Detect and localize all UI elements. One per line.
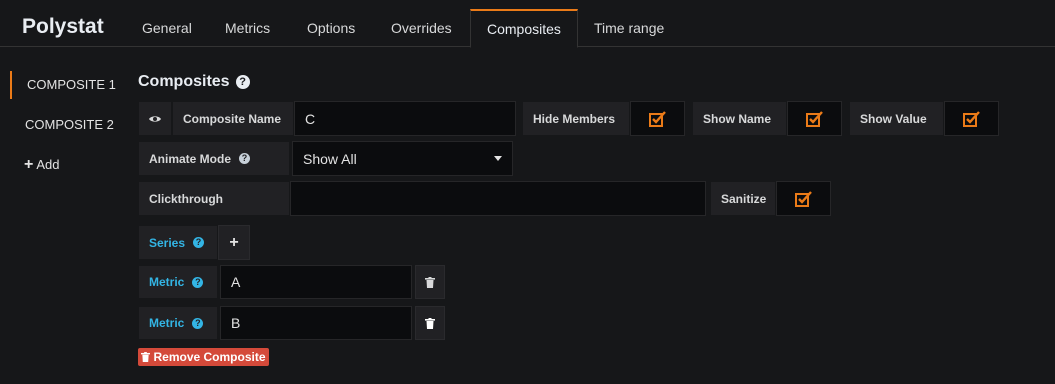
hide-members-checkbox[interactable] [630,101,685,136]
clickthrough-input[interactable] [290,181,706,216]
tab-options[interactable]: Options [291,9,371,48]
add-series-button[interactable]: + [218,225,250,260]
composite-name-label: Composite Name [172,101,294,136]
animate-mode-value: Show All [303,150,357,167]
tab-general[interactable]: General [126,9,208,48]
clickthrough-label: Clickthrough [138,181,290,216]
metric-label-text: Metric [149,275,185,289]
tab-metrics[interactable]: Metrics [209,9,286,48]
series-label-text: Series [149,235,186,250]
sidebar-item-composite-2[interactable]: COMPOSITE 2 [10,111,114,139]
tab-time-range[interactable]: Time range [578,9,680,48]
metric-input[interactable]: A [220,265,412,299]
help-icon[interactable]: ? [239,153,251,164]
checkbox-checked-icon [805,110,823,127]
animate-mode-label: Animate Mode ? [138,141,290,176]
toggle-visibility-button[interactable] [138,101,172,136]
show-value-checkbox[interactable] [944,101,999,136]
panel-title: Polystat [22,15,104,38]
remove-composite-button[interactable]: Remove Composite [138,348,269,366]
help-icon[interactable]: ? [235,75,250,89]
metric-input[interactable]: B [220,306,412,340]
show-name-label: Show Name [692,101,787,136]
add-composite-button[interactable]: + Add [24,153,59,177]
tab-composites[interactable]: Composites [470,9,578,48]
delete-metric-button[interactable] [415,265,445,299]
caret-down-icon [494,156,502,161]
trash-icon [425,276,435,288]
add-label: Add [36,157,60,172]
tab-overrides[interactable]: Overrides [375,9,468,48]
composite-name-input[interactable]: C [294,101,516,136]
metric-label: Metric ? [138,306,218,340]
help-icon[interactable]: ? [192,276,204,288]
remove-composite-label: Remove Composite [153,350,266,364]
sanitize-checkbox[interactable] [776,181,831,216]
section-title: Composites? [138,73,250,91]
eye-icon [149,115,161,122]
delete-metric-button[interactable] [415,306,445,340]
help-icon[interactable]: ? [193,237,205,248]
top-bar: Polystat General Metrics Options Overrid… [0,0,1055,48]
metric-label-text: Metric [149,316,185,330]
checkbox-checked-icon [648,110,666,127]
trash-icon [141,352,151,362]
section-title-text: Composites [138,73,230,90]
checkbox-checked-icon [962,110,980,127]
plus-icon: + [24,156,34,173]
hide-members-label: Hide Members [522,101,630,136]
sanitize-label: Sanitize [710,181,776,216]
plus-icon: + [229,233,239,251]
show-value-label: Show Value [849,101,944,136]
series-label: Series ? [138,225,218,260]
trash-icon [425,317,435,329]
metric-label: Metric ? [138,265,218,299]
animate-mode-select[interactable]: Show All [292,141,513,176]
sidebar-item-composite-1[interactable]: COMPOSITE 1 [10,71,116,99]
help-icon[interactable]: ? [192,317,204,329]
checkbox-checked-icon [794,190,812,207]
show-name-checkbox[interactable] [787,101,842,136]
animate-mode-label-text: Animate Mode [149,151,232,166]
